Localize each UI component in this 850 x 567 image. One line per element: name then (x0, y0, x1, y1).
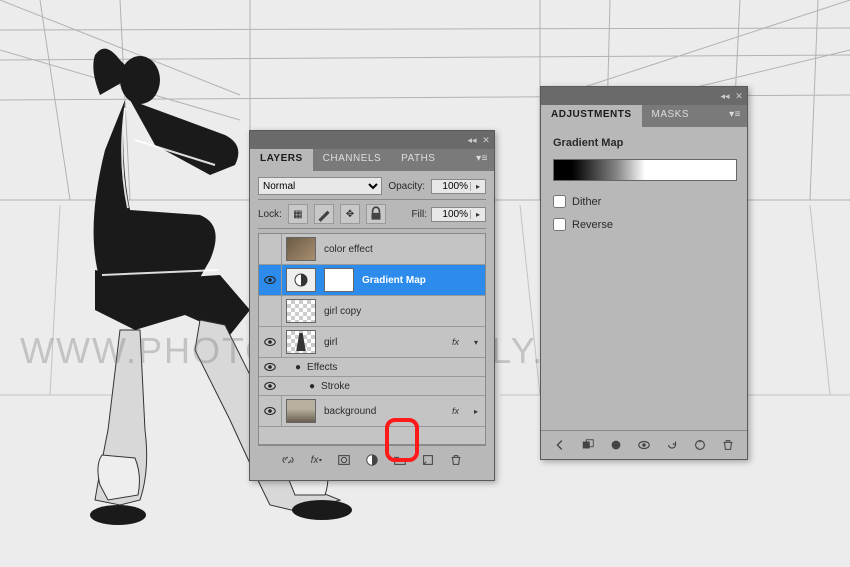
opacity-label: Opacity: (388, 181, 425, 192)
layer-thumb[interactable] (286, 330, 316, 354)
blend-mode-select[interactable]: Normal (258, 177, 382, 195)
collapse-icon[interactable]: ◂◂ (720, 91, 730, 101)
new-layer-icon[interactable] (419, 452, 437, 468)
tab-paths[interactable]: PATHS (391, 149, 445, 171)
visibility-toggle[interactable] (259, 358, 281, 376)
gradient-preview[interactable] (553, 159, 737, 181)
visibility-toggle[interactable] (259, 377, 281, 395)
fx-badge[interactable]: fx (452, 337, 459, 347)
tab-masks[interactable]: MASKS (642, 105, 700, 127)
lock-position-icon[interactable]: ✥ (340, 204, 360, 224)
lock-transparent-icon[interactable]: ▦ (288, 204, 308, 224)
layer-name[interactable]: color effect (324, 244, 485, 255)
adjustments-footer (541, 430, 747, 459)
visibility-toggle[interactable] (259, 296, 282, 326)
effects-label: Effects (307, 362, 337, 373)
reset-icon[interactable] (663, 437, 681, 453)
effects-row[interactable]: ●Effects (259, 358, 485, 377)
view-previous-icon[interactable] (635, 437, 653, 453)
opacity-input[interactable]: ▸ (431, 179, 486, 194)
visibility-toggle[interactable] (259, 327, 282, 357)
delete-icon[interactable] (447, 452, 465, 468)
close-icon[interactable]: ✕ (734, 91, 744, 101)
visibility-toggle[interactable] (259, 234, 282, 264)
delete-icon[interactable] (719, 437, 737, 453)
layer-mask-icon[interactable] (335, 452, 353, 468)
layer-row[interactable]: color effect (259, 234, 485, 265)
panel-tabs: LAYERS CHANNELS PATHS ▾≡ (250, 149, 494, 171)
fill-input[interactable]: ▸ (431, 207, 486, 222)
layers-footer: fx▾ (258, 445, 486, 474)
back-icon[interactable] (551, 437, 569, 453)
fx-collapse-icon[interactable]: ▾ (471, 338, 481, 347)
panel-titlebar[interactable]: ◂◂ ✕ (541, 87, 747, 105)
fx-collapse-icon[interactable]: ▸ (471, 407, 481, 416)
reverse-label: Reverse (572, 219, 613, 231)
layer-row[interactable]: girl copy (259, 296, 485, 327)
lock-pixels-icon[interactable] (314, 204, 334, 224)
group-icon[interactable] (391, 452, 409, 468)
panel-menu-icon[interactable]: ▾≡ (470, 149, 494, 171)
clip-icon[interactable] (607, 437, 625, 453)
lock-label: Lock: (258, 209, 282, 220)
link-layers-icon[interactable] (279, 452, 297, 468)
layer-name[interactable]: Gradient Map (362, 275, 485, 286)
fill-label: Fill: (411, 209, 427, 220)
effect-stroke-row[interactable]: ●Stroke (259, 377, 485, 396)
layers-panel: ◂◂ ✕ LAYERS CHANNELS PATHS ▾≡ Normal Opa… (249, 130, 495, 481)
layer-list: color effect Gradient Map girl copy girl… (258, 233, 486, 445)
tab-adjustments[interactable]: ADJUSTMENTS (541, 105, 642, 127)
lock-all-icon[interactable] (366, 204, 386, 224)
panel-titlebar[interactable]: ◂◂ ✕ (250, 131, 494, 149)
adjustment-icon[interactable] (286, 268, 316, 292)
dither-label: Dither (572, 196, 601, 208)
adjustment-title: Gradient Map (553, 137, 735, 149)
layer-row[interactable]: background fx ▸ (259, 396, 485, 427)
layer-name[interactable]: background (324, 406, 452, 417)
dither-checkbox[interactable]: Dither (553, 195, 735, 208)
visibility-toggle[interactable] (259, 265, 282, 295)
visibility-toggle[interactable] (259, 396, 282, 426)
layer-row-selected[interactable]: Gradient Map (259, 265, 485, 296)
layer-row[interactable]: girl fx ▾ (259, 327, 485, 358)
close-icon[interactable]: ✕ (481, 135, 491, 145)
layer-name[interactable]: girl copy (324, 306, 485, 317)
adjustment-layer-icon[interactable] (363, 452, 381, 468)
layer-thumb[interactable] (286, 399, 316, 423)
collapse-icon[interactable]: ◂◂ (467, 135, 477, 145)
layer-thumb[interactable] (286, 299, 316, 323)
fx-badge[interactable]: fx (452, 406, 459, 416)
tab-channels[interactable]: CHANNELS (313, 149, 391, 171)
tab-layers[interactable]: LAYERS (250, 149, 313, 171)
layer-name[interactable]: girl (324, 337, 452, 348)
adjustments-panel: ◂◂ ✕ ADJUSTMENTS MASKS ▾≡ Gradient Map D… (540, 86, 748, 460)
expand-view-icon[interactable] (579, 437, 597, 453)
layer-thumb[interactable] (286, 237, 316, 261)
reverse-checkbox[interactable]: Reverse (553, 218, 735, 231)
panel-menu-icon[interactable]: ▾≡ (723, 105, 747, 127)
panel-tabs: ADJUSTMENTS MASKS ▾≡ (541, 105, 747, 127)
layer-style-icon[interactable]: fx▾ (307, 452, 325, 468)
reset-defaults-icon[interactable] (691, 437, 709, 453)
effect-name: Stroke (321, 381, 350, 392)
mask-thumb[interactable] (324, 268, 354, 292)
